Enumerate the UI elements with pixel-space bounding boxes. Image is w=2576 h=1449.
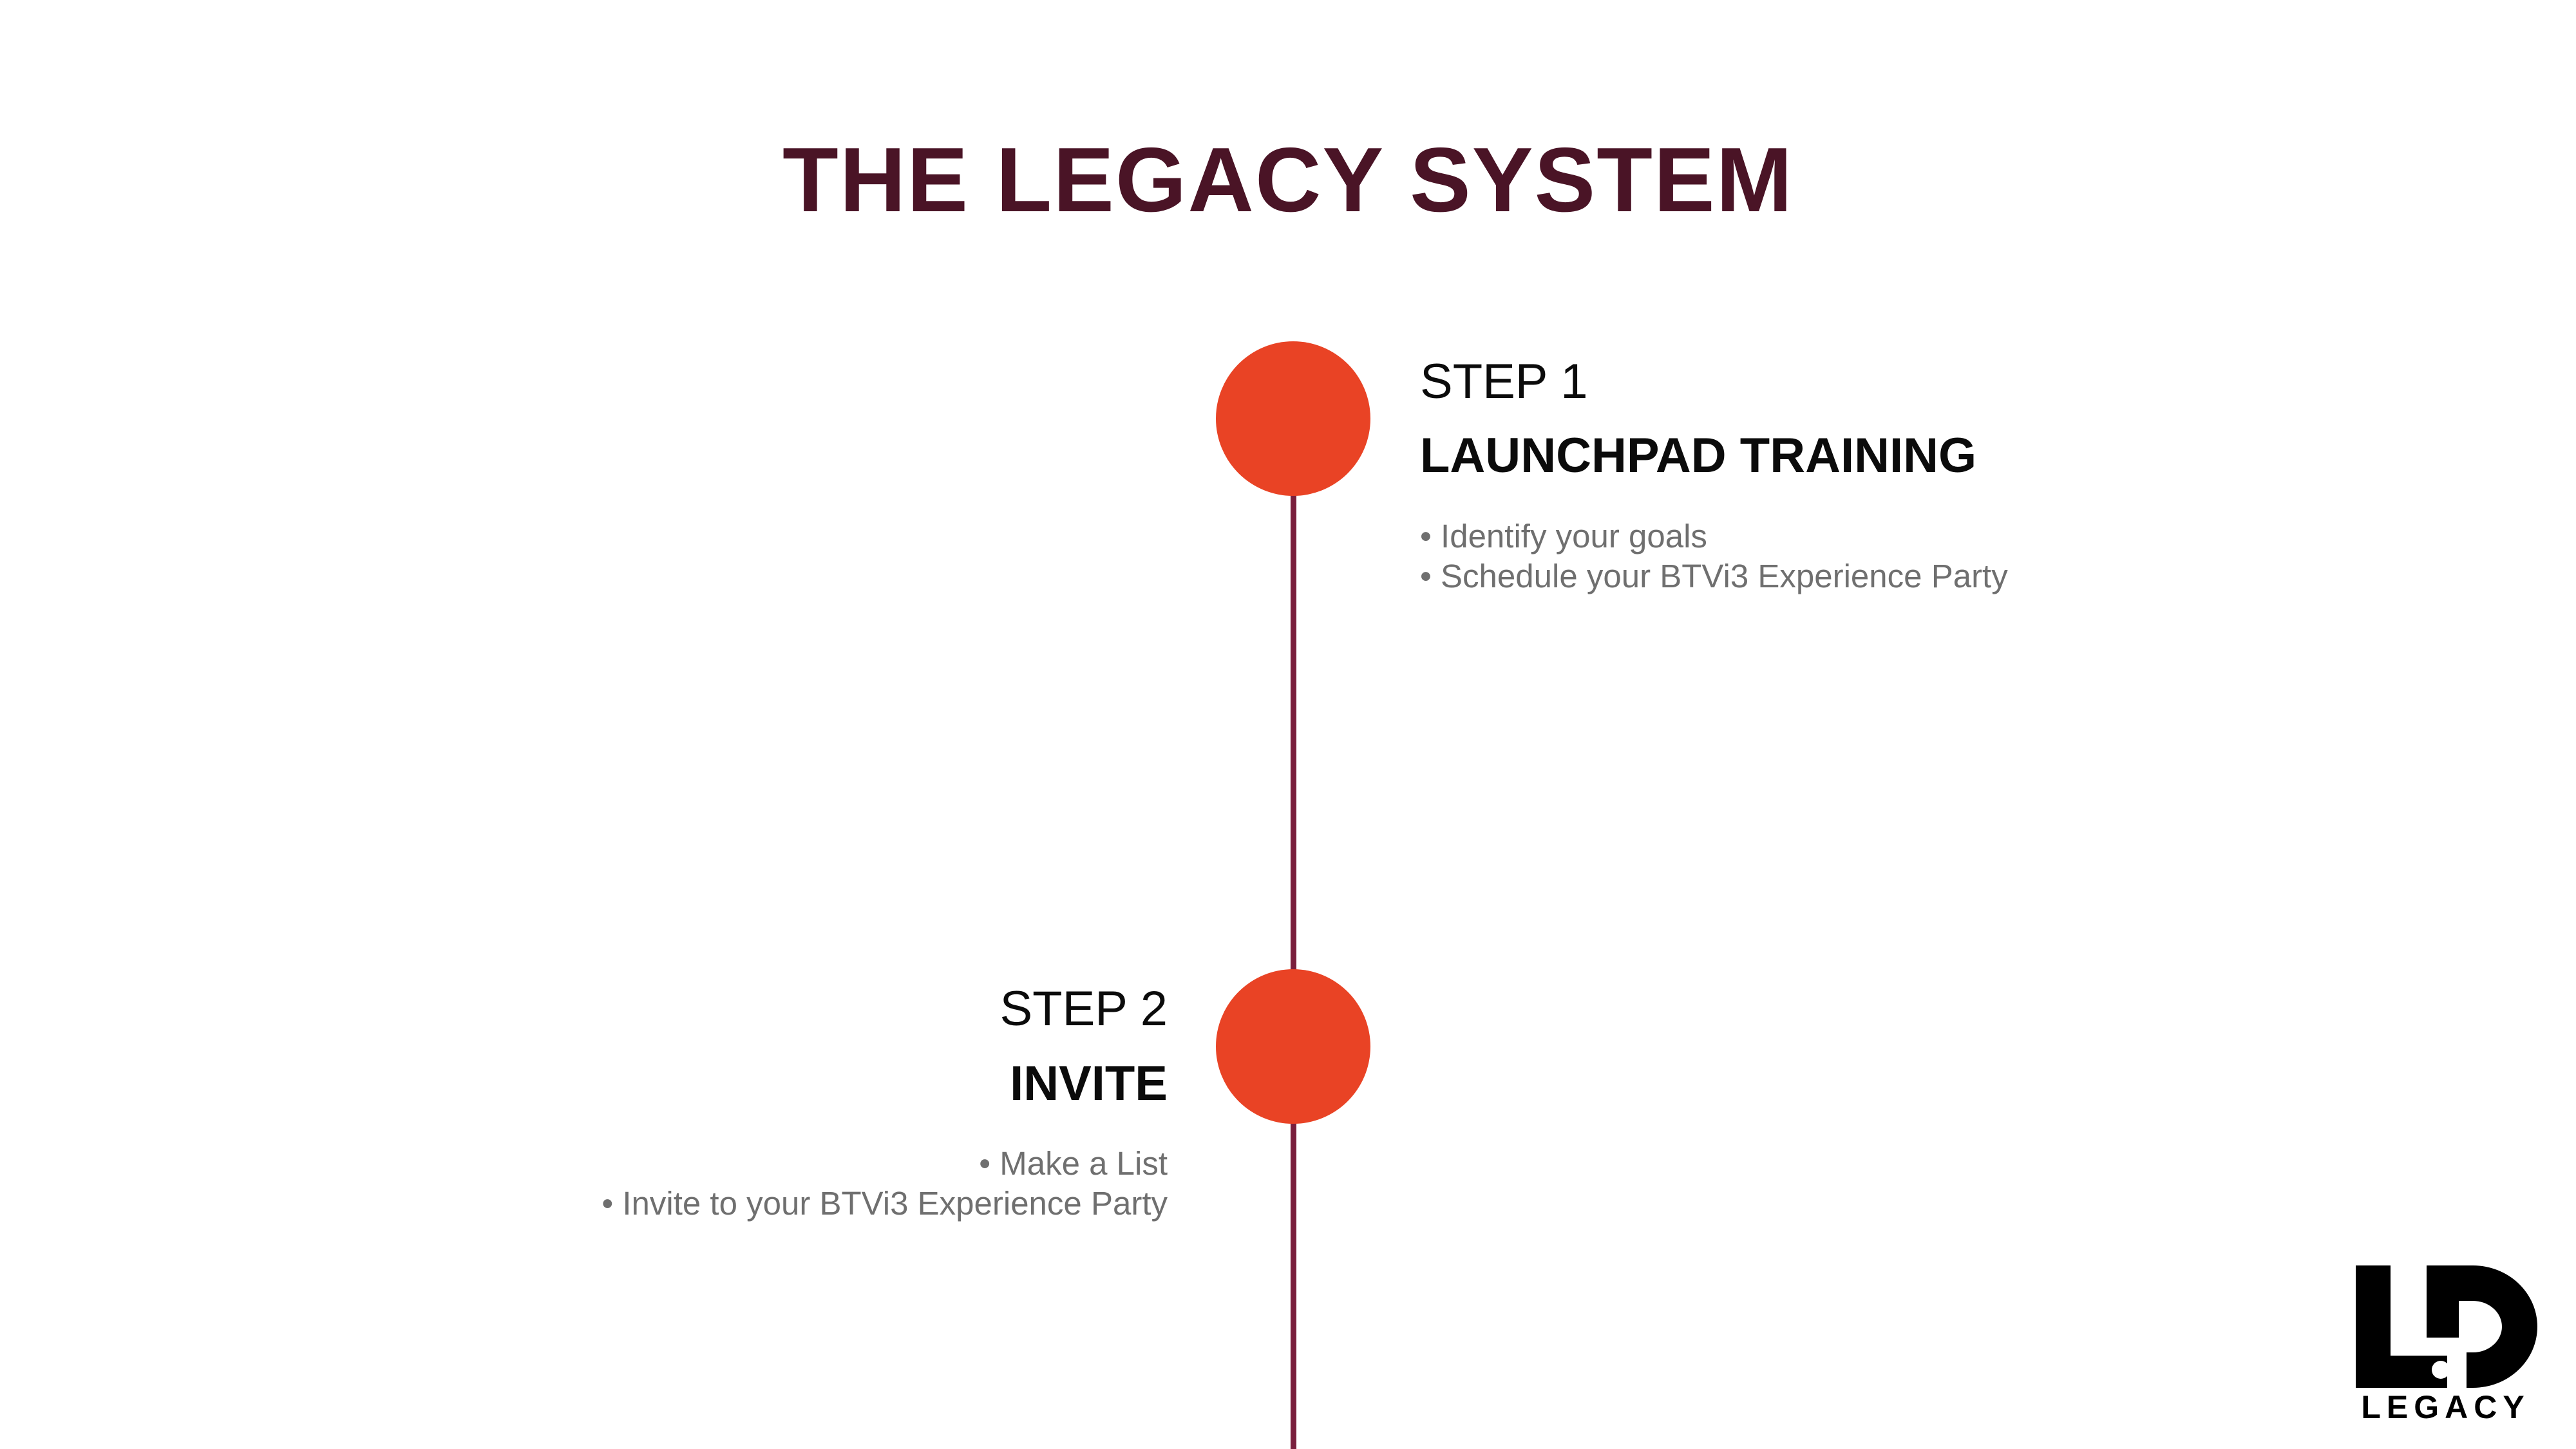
logo-wordmark: LEGACY bbox=[2361, 1389, 2530, 1425]
step-2-bullet-list: Make a List Invite to your BTVi3 Experie… bbox=[601, 1144, 1168, 1224]
step-2-heading: INVITE bbox=[1010, 1056, 1168, 1111]
slide-title: THE LEGACY SYSTEM bbox=[782, 129, 1794, 232]
list-item: Identify your goals bbox=[1420, 516, 2008, 556]
step-1-marker-dot bbox=[1216, 341, 1370, 496]
ld-legacy-logo: LEGACY bbox=[2351, 1265, 2541, 1426]
step-2-marker-dot bbox=[1216, 969, 1370, 1124]
step-1-bullet-list: Identify your goals Schedule your BTVi3 … bbox=[1420, 516, 2008, 596]
step-2-label: STEP 2 bbox=[999, 981, 1168, 1036]
list-item: Invite to your BTVi3 Experience Party bbox=[601, 1184, 1168, 1224]
timeline-line bbox=[1291, 419, 1296, 1449]
list-item: Schedule your BTVi3 Experience Party bbox=[1420, 556, 2008, 596]
step-1-label: STEP 1 bbox=[1420, 354, 1588, 409]
step-1-heading: LAUNCHPAD TRAINING bbox=[1420, 428, 1977, 483]
list-item: Make a List bbox=[601, 1144, 1168, 1184]
